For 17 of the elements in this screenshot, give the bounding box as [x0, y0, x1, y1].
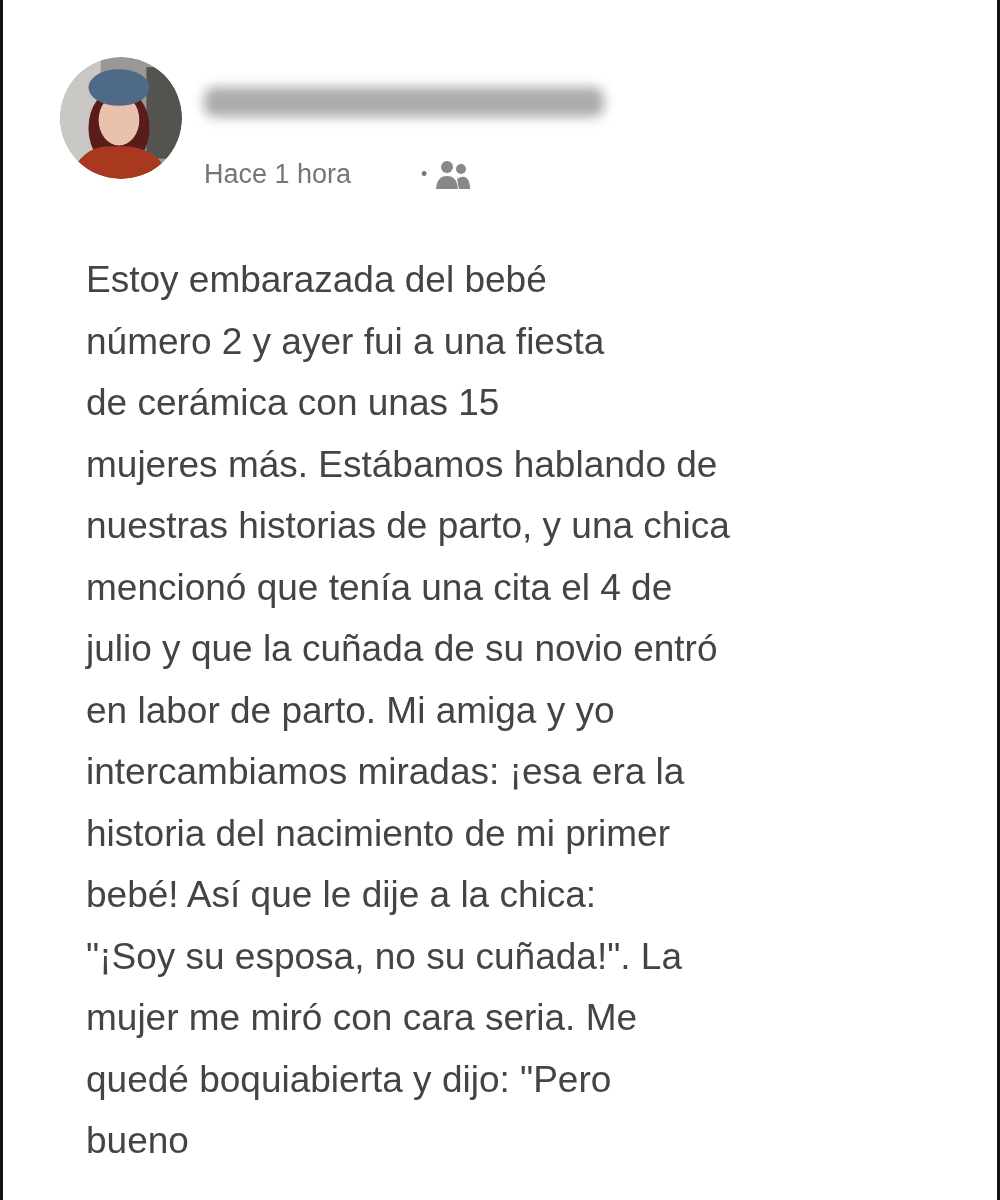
- post-text-line: intercambiamos miradas: ¡esa era la: [86, 750, 686, 794]
- post-text-line: nuestras historias de parto, y una chica: [86, 504, 731, 548]
- post-text-line: quedé boquiabierta y dijo: "Pero: [86, 1057, 613, 1102]
- post-time: Hace 1 hora: [204, 158, 352, 190]
- post-text-line: julio y que la cuñada de su novio entró: [86, 627, 719, 671]
- post-text-line: Estoy embarazada del bebé: [86, 258, 548, 302]
- separator-dot: •: [421, 163, 428, 185]
- post-text-line: bueno: [86, 1119, 190, 1163]
- post-text-line: mencionó que tenía una cita el 4 de: [86, 565, 674, 610]
- post-text-line: mujeres más. Estábamos hablando de: [86, 442, 719, 487]
- post-text-line: "¡Soy su esposa, no su cuñada!". La: [86, 934, 684, 979]
- post-text-line: en labor de parto. Mi amiga y yo: [86, 688, 616, 733]
- post-text-line: historia del nacimiento de mi primer: [86, 811, 671, 856]
- post-text-line: de cerámica con unas 15: [86, 381, 501, 425]
- post-text-line: mujer me miró con cara seria. Me: [86, 996, 639, 1040]
- post-text-line: bebé! Así que le dije a la chica:: [86, 873, 598, 917]
- post-text-line: número 2 y ayer fui a una fiesta: [86, 319, 606, 364]
